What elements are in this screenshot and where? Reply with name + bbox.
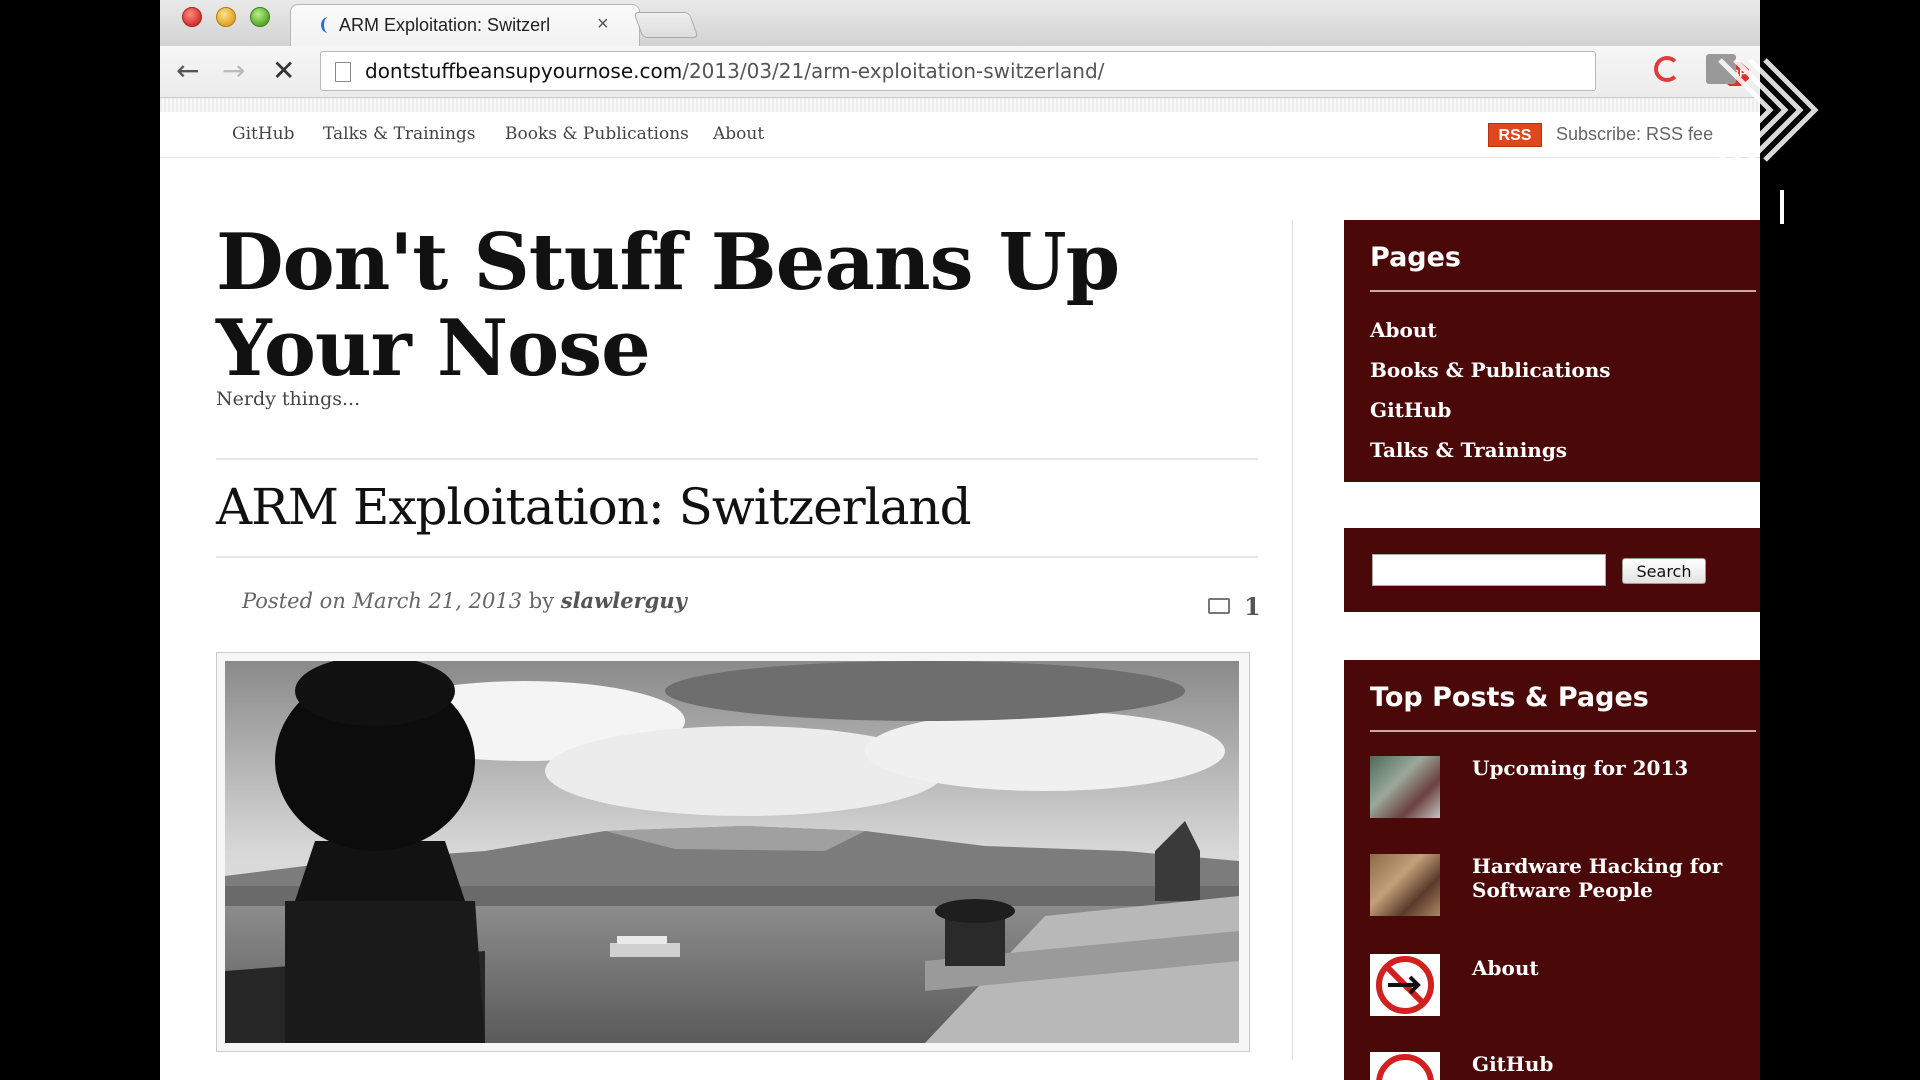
zoom-window-button[interactable] xyxy=(250,7,270,27)
comment-icon[interactable] xyxy=(1208,598,1230,614)
search-input[interactable] xyxy=(1372,554,1606,586)
rss-badge[interactable]: RSS xyxy=(1488,123,1542,147)
divider xyxy=(216,556,1258,558)
sidebar-pages-widget: Pages About Books & Publications GitHub … xyxy=(1344,220,1760,482)
close-window-button[interactable] xyxy=(182,7,202,27)
address-bar[interactable]: dontstuffbeansupyournose.com/2013/03/21/… xyxy=(320,51,1749,91)
prohibited-sign-icon xyxy=(1376,956,1434,1014)
loading-spinner-icon xyxy=(321,17,335,33)
tab-close-icon[interactable]: × xyxy=(597,13,609,36)
minimize-window-button[interactable] xyxy=(216,7,236,27)
divider xyxy=(216,458,1258,460)
meta-by: by xyxy=(522,589,561,613)
no-beans-thumbnail[interactable] xyxy=(1370,954,1440,1016)
new-tab-button[interactable] xyxy=(633,12,699,38)
top-post-link[interactable]: About xyxy=(1472,956,1732,980)
comment-count[interactable]: 1 xyxy=(1244,592,1261,621)
sidebar-top-posts-widget: Top Posts & Pages Upcoming for 2013 Hard… xyxy=(1344,660,1760,1080)
active-tab[interactable]: ARM Exploitation: Switzerl × xyxy=(290,4,640,46)
top-post-link[interactable]: GitHub xyxy=(1472,1052,1732,1076)
stop-loading-icon[interactable]: ✕ xyxy=(272,54,295,87)
site-navigation: GitHub Talks & Trainings Books & Publica… xyxy=(160,112,1760,158)
nav-item-books[interactable]: Books & Publications xyxy=(505,124,689,144)
url-text[interactable]: dontstuffbeansupyournose.com/2013/03/21/… xyxy=(365,59,1104,83)
browser-window: ARM Exploitation: Switzerl × ← → ✕ donts… xyxy=(160,0,1760,1080)
post-title[interactable]: ARM Exploitation: Switzerland xyxy=(216,478,972,536)
column-divider xyxy=(1292,220,1293,1060)
post-meta: Posted on March 21, 2013 by slawlerguy xyxy=(242,588,687,613)
search-button[interactable]: Search xyxy=(1622,558,1706,584)
meta-prefix: Posted on xyxy=(242,589,353,613)
no-beans-thumbnail[interactable] xyxy=(1370,1052,1440,1080)
post-date[interactable]: March 21, 2013 xyxy=(353,589,523,613)
tab-bar: ARM Exploitation: Switzerl × xyxy=(160,0,1760,46)
sidebar-item-books[interactable]: Books & Publications xyxy=(1370,358,1611,382)
top-post-link[interactable]: Hardware Hacking for Software People xyxy=(1472,854,1732,902)
site-tagline: Nerdy things... xyxy=(216,388,361,410)
page-icon xyxy=(335,62,351,82)
sidebar-search-widget: Search xyxy=(1344,528,1760,612)
back-arrow-icon[interactable]: ← xyxy=(176,54,199,87)
post-image[interactable] xyxy=(225,661,1239,1043)
sidebar-item-github[interactable]: GitHub xyxy=(1370,398,1451,422)
circuit-board-thumbnail[interactable] xyxy=(1370,756,1440,818)
pages-heading: Pages xyxy=(1370,242,1461,273)
browser-toolbar: ← → ✕ dontstuffbeansupyournose.com/2013/… xyxy=(160,46,1760,98)
prohibited-sign-icon xyxy=(1376,1054,1434,1080)
header-stripe xyxy=(160,98,1760,112)
sidebar-item-talks[interactable]: Talks & Trainings xyxy=(1370,438,1567,462)
nav-item-github[interactable]: GitHub xyxy=(232,124,295,144)
divider xyxy=(1370,730,1756,732)
post-image-frame xyxy=(216,652,1250,1052)
top-posts-heading: Top Posts & Pages xyxy=(1370,682,1649,713)
nav-item-about[interactable]: About xyxy=(713,124,764,144)
conference-logo-watermark xyxy=(1718,58,1819,224)
hardware-thumbnail[interactable] xyxy=(1370,854,1440,916)
divider xyxy=(1370,290,1756,292)
forward-arrow-icon[interactable]: → xyxy=(222,54,245,87)
tab-title: ARM Exploitation: Switzerl xyxy=(339,15,551,35)
top-post-link[interactable]: Upcoming for 2013 xyxy=(1472,756,1732,780)
nav-item-talks[interactable]: Talks & Trainings xyxy=(323,124,476,144)
geneva-lake-photo xyxy=(225,661,1239,1043)
site-title[interactable]: Don't Stuff Beans Up Your Nose xyxy=(216,220,1216,392)
sidebar-item-about[interactable]: About xyxy=(1370,318,1437,342)
post-author[interactable]: slawlerguy xyxy=(561,588,687,613)
